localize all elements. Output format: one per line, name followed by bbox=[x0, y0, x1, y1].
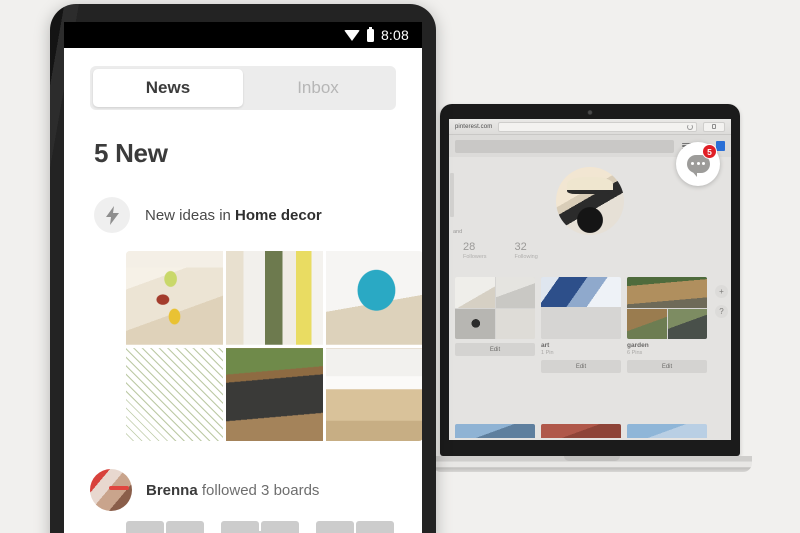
profile-side-label: and bbox=[453, 229, 463, 235]
board-cover[interactable] bbox=[541, 424, 621, 438]
phone-body: 8:08 News Inbox 5 New New ideas in Home … bbox=[50, 4, 436, 533]
laptop-device: pinterest.com and 28 Followers 32 Follow… bbox=[432, 104, 752, 504]
reload-icon[interactable] bbox=[687, 123, 693, 130]
webcam-icon bbox=[587, 110, 593, 115]
edit-board-button[interactable]: Edit bbox=[541, 360, 621, 373]
board-cover[interactable] bbox=[627, 424, 707, 438]
messages-button[interactable]: 5 bbox=[676, 142, 720, 186]
url-text: pinterest.com bbox=[455, 123, 493, 130]
board-card[interactable]: art 1 Pin Edit bbox=[541, 277, 621, 373]
screenshot-stage: pinterest.com and 28 Followers 32 Follow… bbox=[0, 0, 800, 533]
laptop-notch bbox=[564, 456, 620, 461]
board-preview-group[interactable]: ℮ bbox=[221, 521, 299, 533]
board-preview-strip: ℮ bbox=[126, 521, 422, 533]
edit-board-button[interactable]: Edit bbox=[627, 360, 707, 373]
board-pin-count: 1 Pin bbox=[541, 350, 554, 356]
edit-board-button[interactable]: Edit bbox=[455, 343, 535, 356]
grid-image[interactable] bbox=[226, 347, 323, 441]
wifi-icon bbox=[343, 29, 360, 41]
grid-image[interactable] bbox=[126, 251, 223, 345]
preview-thumb bbox=[166, 521, 204, 533]
avatar bbox=[556, 167, 624, 235]
board-name: Home decor bbox=[235, 206, 322, 224]
board-card[interactable]: garden 6 Pins Edit bbox=[627, 277, 707, 373]
board-cover bbox=[455, 277, 535, 339]
status-bar-clock: 8:08 bbox=[380, 27, 409, 43]
side-chip bbox=[450, 173, 454, 217]
url-input[interactable] bbox=[498, 121, 697, 132]
follow-story-header[interactable]: Brenna followed 3 boards bbox=[90, 469, 422, 511]
board-preview-group[interactable] bbox=[126, 521, 204, 533]
grid-image[interactable] bbox=[326, 347, 422, 441]
stat-followers[interactable]: 28 Followers bbox=[463, 241, 487, 260]
action-rail: + ? bbox=[715, 285, 728, 318]
grid-image[interactable] bbox=[326, 251, 422, 345]
add-board-button[interactable]: + bbox=[715, 285, 728, 298]
idea-story-text: New ideas in Home decor bbox=[145, 207, 322, 224]
page-title: 5 New bbox=[94, 138, 168, 168]
profile-stats: 28 Followers 32 Following bbox=[463, 241, 538, 260]
follow-suffix: followed 3 boards bbox=[197, 481, 320, 499]
followers-count: 28 bbox=[463, 241, 476, 253]
stat-following[interactable]: 32 Following bbox=[515, 241, 538, 260]
idea-prefix: New ideas in bbox=[145, 206, 236, 224]
tab-news[interactable]: News bbox=[93, 69, 243, 107]
lightning-bolt-icon bbox=[94, 197, 130, 233]
followers-label: Followers bbox=[463, 254, 487, 260]
straw-hat bbox=[566, 176, 614, 195]
follow-story-text: Brenna followed 3 boards bbox=[146, 482, 319, 499]
tab-inbox[interactable]: Inbox bbox=[243, 69, 393, 107]
lock-icon bbox=[712, 124, 716, 129]
search-input[interactable] bbox=[455, 139, 674, 153]
battery-icon bbox=[366, 26, 374, 42]
idea-image-grid bbox=[126, 251, 422, 441]
following-count: 32 bbox=[514, 241, 527, 253]
user-name: Brenna bbox=[146, 481, 198, 499]
laptop-base bbox=[432, 456, 752, 472]
avatar[interactable] bbox=[90, 469, 132, 511]
preview-thumb bbox=[126, 521, 164, 533]
preview-thumb bbox=[316, 521, 354, 533]
help-button[interactable]: ? bbox=[715, 305, 728, 318]
grid-image[interactable] bbox=[126, 347, 223, 441]
board-grid: Edit art 1 Pin Edit garden 6 Pins Edit bbox=[455, 277, 707, 373]
segmented-tabs: News Inbox bbox=[90, 66, 396, 110]
phone-screen: 8:08 News Inbox 5 New New ideas in Home … bbox=[64, 22, 422, 533]
idea-story-header[interactable]: New ideas in Home decor bbox=[94, 197, 422, 233]
status-bar: 8:08 bbox=[64, 22, 422, 48]
lock-button[interactable] bbox=[703, 121, 725, 132]
board-row-next bbox=[455, 424, 707, 438]
board-name: art bbox=[541, 342, 550, 349]
notification-badge: 5 bbox=[702, 144, 717, 159]
board-card[interactable]: Edit bbox=[455, 277, 535, 373]
board-cover bbox=[541, 277, 621, 339]
board-cover bbox=[627, 277, 707, 339]
board-pin-count: 6 Pins bbox=[627, 350, 643, 356]
board-preview-group[interactable] bbox=[316, 521, 394, 533]
following-label: Following bbox=[514, 254, 538, 260]
grid-image[interactable] bbox=[226, 251, 323, 345]
browser-url-bar[interactable]: pinterest.com bbox=[449, 119, 731, 135]
preview-thumb bbox=[356, 521, 394, 533]
board-name: garden bbox=[627, 342, 649, 349]
phone-device: 8:08 News Inbox 5 New New ideas in Home … bbox=[50, 4, 436, 533]
profile-content: and 28 Followers 32 Following Edit art 1… bbox=[449, 157, 731, 440]
board-cover[interactable] bbox=[455, 424, 535, 438]
